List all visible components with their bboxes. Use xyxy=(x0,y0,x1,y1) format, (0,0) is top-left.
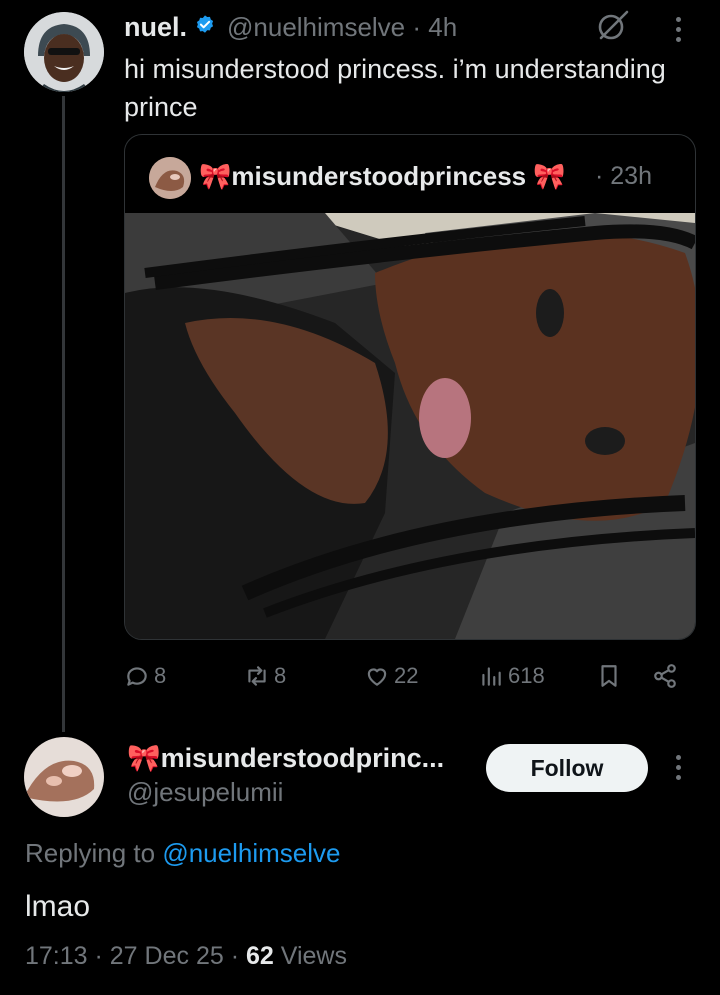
reply-avatar-image xyxy=(24,737,104,817)
views-bar-chart-icon xyxy=(482,667,501,686)
quote-avatar-image xyxy=(149,157,191,199)
reply-action[interactable]: 8 xyxy=(124,660,166,692)
reply-more-options-icon[interactable] xyxy=(666,752,690,782)
avatar[interactable] xyxy=(24,12,104,92)
heart-icon xyxy=(367,668,387,686)
share-action[interactable] xyxy=(652,660,678,692)
views-action[interactable]: 618 xyxy=(478,660,545,692)
replying-to: Replying to @nuelhimselve xyxy=(25,838,340,869)
reply-views-label: Views xyxy=(280,942,347,970)
follow-button[interactable]: Follow xyxy=(486,744,648,792)
reply-date[interactable]: 27 Dec 25 xyxy=(110,942,224,970)
repost-action[interactable]: 8 xyxy=(244,660,286,692)
repost-count: 8 xyxy=(274,663,287,688)
quote-author-name: 🎀misunderstoodprincess 🎀 xyxy=(199,161,566,191)
like-action[interactable]: 22 xyxy=(364,660,418,692)
verified-badge-icon xyxy=(196,15,214,33)
grok-icon[interactable] xyxy=(596,8,630,42)
reply-icon xyxy=(127,667,147,686)
tweet-text: hi misunderstood princess. i’m understan… xyxy=(124,54,666,122)
views-count: 618 xyxy=(508,663,545,688)
replying-prefix: Replying to xyxy=(25,838,156,868)
quoted-photo[interactable] xyxy=(125,213,695,639)
handle-text: @nuelhimselve xyxy=(227,12,406,42)
repost-icon xyxy=(248,666,266,686)
like-count: 22 xyxy=(394,663,419,688)
post-time: · 4h xyxy=(412,12,458,42)
author-handle[interactable]: @nuelhimselve · 4h xyxy=(227,12,457,43)
quoted-tweet[interactable]: 🎀misunderstoodprincess 🎀 · 23h xyxy=(124,134,696,640)
reply-views-count: 62 xyxy=(245,942,274,970)
share-icon xyxy=(654,664,676,688)
avatar-image xyxy=(24,12,104,92)
quote-time: · 23h xyxy=(595,162,652,190)
bookmark-action[interactable] xyxy=(596,660,622,692)
thread-line xyxy=(62,96,65,732)
author-name[interactable]: nuel. xyxy=(124,12,187,43)
reply-author-name[interactable]: 🎀misunderstoodprinc... xyxy=(127,742,444,774)
quote-avatar xyxy=(149,157,191,199)
reply-count: 8 xyxy=(154,663,167,688)
reply-author-handle[interactable]: @jesupelumii xyxy=(127,777,283,808)
more-options-icon[interactable] xyxy=(666,14,690,44)
replying-mention-link[interactable]: @nuelhimselve xyxy=(162,838,340,868)
bookmark-icon xyxy=(601,665,617,687)
reply-time[interactable]: 17:13 xyxy=(25,942,88,970)
reply-metadata: 17:13 · 27 Dec 25 · 62 Views xyxy=(25,942,347,970)
reply-avatar[interactable] xyxy=(24,737,104,817)
reply-text: lmao xyxy=(25,890,91,923)
